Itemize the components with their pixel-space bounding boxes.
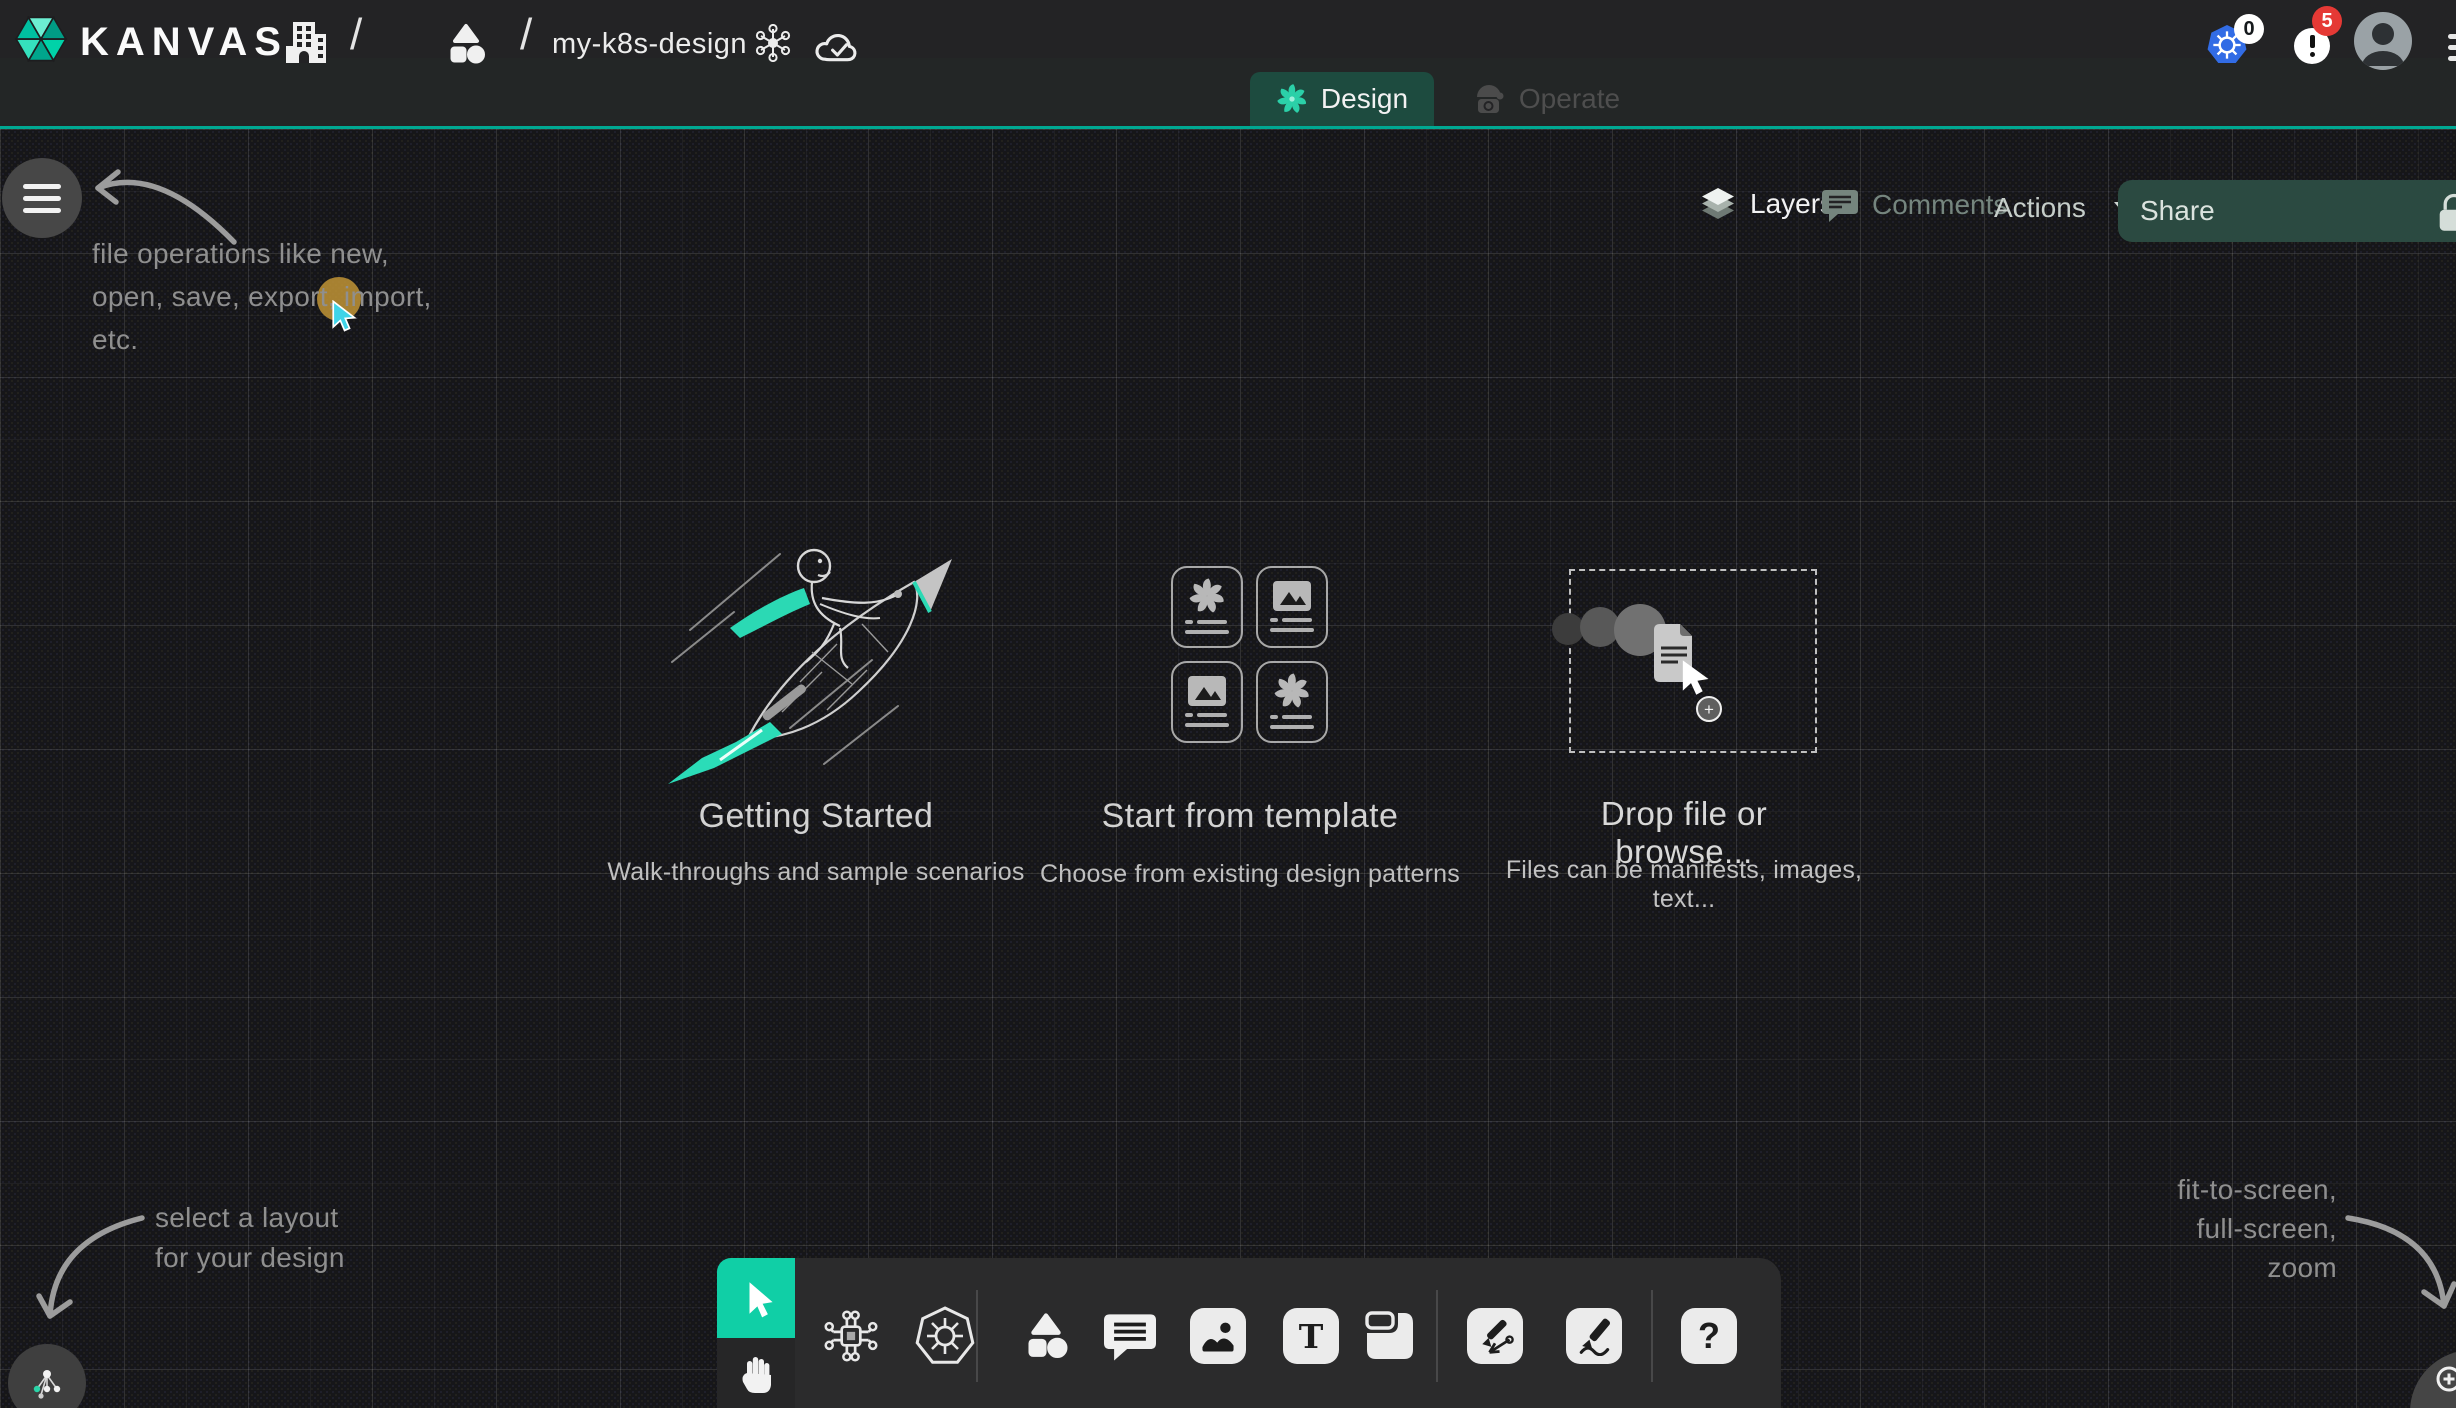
annotation-arrow-layout (36, 1212, 148, 1332)
template-card[interactable] (1256, 566, 1328, 648)
kanvas-logo-icon[interactable] (14, 12, 68, 66)
sticky-note-icon (1362, 1308, 1418, 1364)
pencil-squiggle-icon (1574, 1316, 1614, 1356)
tab-band (0, 58, 2456, 126)
workspace-hub-icon[interactable] (754, 24, 792, 62)
text-tool-button[interactable]: T (1283, 1308, 1339, 1364)
getting-started-rocket-illustration[interactable] (662, 532, 962, 790)
kubernetes-tool-button[interactable] (915, 1306, 975, 1366)
breadcrumb-separator: / (520, 10, 532, 60)
design-spiral-icon (1273, 672, 1311, 710)
drop-cursor-icon (1678, 658, 1718, 700)
template-card[interactable] (1256, 661, 1328, 743)
getting-started-subtitle: Walk-throughs and sample scenarios (592, 858, 1040, 887)
shapes-tool-button[interactable] (1018, 1308, 1074, 1364)
note-tool-button[interactable] (1362, 1308, 1418, 1364)
annotation-arrow-zoom (2342, 1204, 2456, 1322)
share-button[interactable]: Share (2118, 180, 2456, 242)
template-card[interactable] (1171, 566, 1243, 648)
comment-icon (1822, 188, 1858, 222)
edge-pen-tool-button[interactable] (1467, 1308, 1523, 1364)
notification-count-badge: 5 (2312, 6, 2342, 36)
organization-icon[interactable] (283, 18, 329, 66)
template-subtitle: Choose from existing design patterns (1038, 860, 1462, 889)
template-card[interactable] (1171, 661, 1243, 743)
select-cursor-icon (737, 1278, 775, 1318)
design-spiral-icon (1188, 577, 1226, 615)
hand-icon (737, 1353, 775, 1393)
text-tool-glyph: T (1299, 1317, 1324, 1356)
freehand-pen-tool-button[interactable] (1566, 1308, 1622, 1364)
comments-label: Comments (1872, 189, 2007, 221)
lock-icon (2432, 190, 2456, 234)
graph-layout-icon (28, 1364, 66, 1402)
add-file-plus-badge: + (1696, 696, 1722, 722)
connections-tool-button[interactable] (821, 1306, 881, 1366)
cloud-sync-icon[interactable] (814, 28, 862, 64)
help-glyph: ? (1698, 1315, 1720, 1357)
pan-tool-button[interactable] (717, 1338, 795, 1408)
toolbar-divider (976, 1290, 978, 1382)
media-tool-button[interactable] (1190, 1308, 1246, 1364)
media-image-icon (1198, 1316, 1238, 1356)
share-label: Share (2140, 195, 2215, 227)
shapes-icon (1020, 1312, 1072, 1360)
comment-icon (1104, 1311, 1156, 1361)
remote-cursor-icon (330, 300, 362, 334)
actions-dropdown[interactable]: Actions (1994, 192, 2134, 224)
tab-design-label: Design (1321, 83, 1408, 115)
k8s-context-count-badge: 0 (2234, 14, 2264, 44)
design-shapes-icon[interactable] (443, 22, 489, 66)
layers-button[interactable]: Layers (1700, 188, 1834, 220)
circuit-icon (822, 1307, 880, 1365)
operate-icon (1472, 82, 1506, 116)
pen-arrow-icon (1475, 1316, 1515, 1356)
image-icon (1187, 674, 1227, 708)
design-name[interactable]: my-k8s-design (552, 28, 747, 61)
annotation-file-operations: file operations like new, open, save, ex… (92, 232, 432, 361)
actions-label: Actions (1994, 192, 2086, 224)
tab-operate[interactable]: Operate (1442, 72, 1650, 126)
zoom-in-icon (2434, 1364, 2456, 1394)
kubernetes-icon (915, 1306, 975, 1366)
annotation-zoom: fit-to-screen, full-screen, zoom (2135, 1170, 2337, 1287)
user-avatar[interactable] (2354, 12, 2412, 70)
comments-button[interactable]: Comments (1822, 188, 2007, 222)
template-card-grid[interactable] (1171, 566, 1328, 743)
tab-operate-label: Operate (1519, 83, 1620, 115)
comment-tool-button[interactable] (1102, 1308, 1158, 1364)
select-tool-button[interactable] (717, 1258, 795, 1338)
breadcrumb-separator: / (350, 10, 362, 60)
app-header: KANVAS / / my-k8s-design (0, 0, 2456, 129)
getting-started-title[interactable]: Getting Started (640, 797, 992, 836)
toolbar-divider (1651, 1290, 1653, 1382)
design-spiral-icon (1276, 83, 1308, 115)
toolbar-divider (1436, 1290, 1438, 1382)
logo-wordmark[interactable]: KANVAS (80, 20, 288, 65)
help-button[interactable]: ? (1681, 1308, 1737, 1364)
template-title[interactable]: Start from template (1073, 797, 1427, 836)
main-menu-button[interactable] (2, 158, 82, 238)
annotation-layout: select a layout for your design (155, 1198, 345, 1278)
image-icon (1272, 579, 1312, 613)
layers-icon (1700, 188, 1736, 220)
drop-subtitle: Files can be manifests, images, text... (1478, 856, 1890, 914)
overflow-menu-icon[interactable] (2448, 28, 2456, 67)
tab-design[interactable]: Design (1250, 72, 1434, 126)
kanvas-app: KANVAS / / my-k8s-design (0, 0, 2456, 1408)
